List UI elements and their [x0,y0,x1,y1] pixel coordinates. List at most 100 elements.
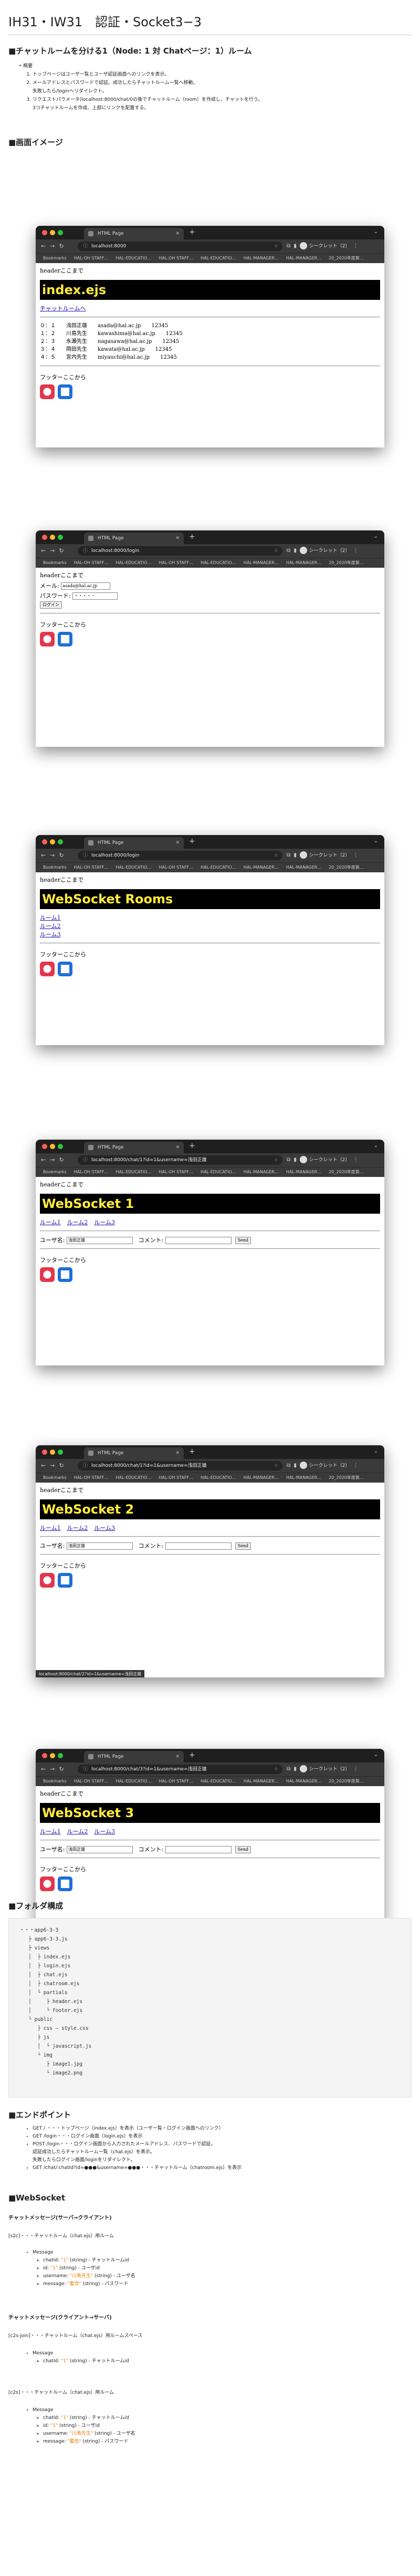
bookmark-item[interactable]: Bookmarks [43,560,67,565]
comment-input[interactable] [165,1542,232,1550]
bookmark-item[interactable]: HAL-OH STAFF… [74,865,109,870]
bookmark-item[interactable]: Bookmarks [43,1475,67,1480]
reload-icon[interactable]: ↻ [59,243,68,249]
menu-icon[interactable]: ⋮ [353,548,359,554]
star-icon[interactable]: ☆ [274,242,278,251]
extension-icon[interactable]: ⧉ [287,1157,290,1163]
room-link[interactable]: ルーム1 [40,913,380,922]
bookmark-item[interactable]: HAL-OH STAFF… [74,1475,109,1480]
bookmark-item[interactable]: HAL-MANAGER… [286,865,321,870]
room-link[interactable]: ルーム1 [40,1219,61,1226]
room-link[interactable]: ルーム2 [67,1219,88,1226]
menu-icon[interactable]: ⋮ [353,852,359,858]
minimize-window-icon[interactable] [50,1449,55,1455]
minimize-window-icon[interactable] [50,535,55,540]
bookmark-item[interactable]: HAL-OH STAFF… [159,865,193,870]
extension-icon[interactable]: ⧉ [287,1766,290,1772]
comment-input[interactable] [165,1237,232,1244]
close-tab-icon[interactable]: ✕ [175,1142,180,1153]
avatar[interactable] [300,1462,308,1469]
username-input[interactable]: 浅田正雄 [66,1237,133,1244]
maximize-window-icon[interactable] [58,1449,63,1455]
forward-icon[interactable]: → [50,243,59,249]
username-input[interactable]: 浅田正雄 [66,1846,133,1853]
close-window-icon[interactable] [42,839,47,844]
bookmark-item[interactable]: HAL-OH STAFF… [74,1779,109,1784]
bookmark-item[interactable]: 20_2020年度第… [329,1170,364,1174]
extension-icon[interactable]: ⧉ [287,243,290,249]
chevron-down-icon[interactable]: ⌄ [374,1448,378,1454]
bookmark-item[interactable]: HAL-EDUCATIO… [116,1170,152,1174]
new-tab-icon[interactable]: + [189,228,195,236]
login-button[interactable]: ログイン [40,601,62,609]
room-link[interactable]: ルーム1 [40,1525,61,1531]
browser-tab[interactable]: HTML Page ✕ [84,533,184,544]
new-tab-icon[interactable]: + [189,533,195,541]
maximize-window-icon[interactable] [58,535,63,540]
avatar[interactable] [300,1156,308,1163]
back-icon[interactable]: ← [41,1462,50,1469]
bookmark-item[interactable]: HAL-MANAGER… [286,560,321,565]
back-icon[interactable]: ← [41,1766,50,1772]
bookmark-item[interactable]: Bookmarks [43,1779,67,1784]
bookmark-item[interactable]: 20_2020年度第… [329,560,364,565]
minimize-window-icon[interactable] [50,839,55,844]
reload-icon[interactable]: ↻ [59,547,68,554]
back-icon[interactable]: ← [41,852,50,859]
browser-tab[interactable]: HTML Page ✕ [84,837,184,849]
close-window-icon[interactable] [42,1449,47,1455]
room-link[interactable]: ルーム2 [67,1828,88,1835]
close-tab-icon[interactable]: ✕ [175,533,180,544]
new-tab-icon[interactable]: + [189,1751,195,1759]
bookmark-item[interactable]: HAL-MANAGER… [244,256,279,260]
browser-tab[interactable]: HTML Page ✕ [84,1751,184,1762]
close-window-icon[interactable] [42,230,47,235]
mail-input[interactable]: asada@hal.ac.jp [61,582,111,590]
address-bar[interactable]: ⓘ localhost:8000 ☆ [78,242,282,251]
star-icon[interactable]: ☆ [274,1765,278,1774]
send-button[interactable]: Send [235,1846,251,1853]
avatar[interactable] [300,547,308,554]
room-link[interactable]: ルーム3 [94,1525,115,1531]
bookmark-item[interactable]: HAL-MANAGER… [286,1475,321,1480]
sidebar-icon[interactable]: ▮ [294,1463,297,1468]
bookmark-item[interactable]: HAL-EDUCATIO… [116,256,152,260]
room-link[interactable]: ルーム2 [40,922,380,930]
bookmark-item[interactable]: HAL-EDUCATIO… [201,560,236,565]
close-tab-icon[interactable]: ✕ [175,837,180,849]
bookmark-item[interactable]: HAL-EDUCATIO… [116,1779,152,1784]
room-link[interactable]: ルーム3 [94,1219,115,1226]
new-tab-icon[interactable]: + [189,1447,195,1456]
minimize-window-icon[interactable] [50,230,55,235]
maximize-window-icon[interactable] [58,1753,63,1758]
avatar[interactable] [300,242,308,249]
reload-icon[interactable]: ↻ [59,1766,68,1772]
room-link[interactable]: ルーム2 [67,1525,88,1531]
password-input[interactable]: ・・・・・ [72,592,118,600]
bookmark-item[interactable]: HAL-MANAGER… [286,1170,321,1174]
bookmark-item[interactable]: HAL-EDUCATIO… [201,865,236,870]
address-bar[interactable]: ⓘ localhost:8000/login ☆ [78,851,282,860]
reload-icon[interactable]: ↻ [59,1156,68,1163]
bookmark-item[interactable]: HAL-OH STAFF… [159,1170,193,1174]
address-bar[interactable]: ⓘ localhost:8000/chat/3?id=1&username=浅田正… [78,1765,282,1774]
bookmark-item[interactable]: HAL-OH STAFF… [159,1475,193,1480]
bookmark-item[interactable]: 20_2020年度第… [329,1475,364,1480]
maximize-window-icon[interactable] [58,839,63,844]
bookmark-item[interactable]: HAL-MANAGER… [286,256,321,260]
bookmark-item[interactable]: HAL-MANAGER… [244,560,279,565]
menu-icon[interactable]: ⋮ [353,243,359,249]
extension-icon[interactable]: ⧉ [287,548,290,554]
bookmark-item[interactable]: HAL-MANAGER… [286,1779,321,1784]
chatroom-link[interactable]: チャットルームへ [40,304,380,312]
room-link[interactable]: ルーム3 [40,930,380,938]
bookmark-item[interactable]: HAL-MANAGER… [244,865,279,870]
forward-icon[interactable]: → [50,852,59,859]
bookmark-item[interactable]: HAL-MANAGER… [244,1779,279,1784]
bookmark-item[interactable]: Bookmarks [43,865,67,870]
close-tab-icon[interactable]: ✕ [175,228,180,239]
bookmark-item[interactable]: HAL-OH STAFF… [74,256,109,260]
bookmark-item[interactable]: 20_2020年度第… [329,1779,364,1784]
bookmark-item[interactable]: HAL-EDUCATIO… [116,1475,152,1480]
room-link[interactable]: ルーム3 [94,1828,115,1835]
